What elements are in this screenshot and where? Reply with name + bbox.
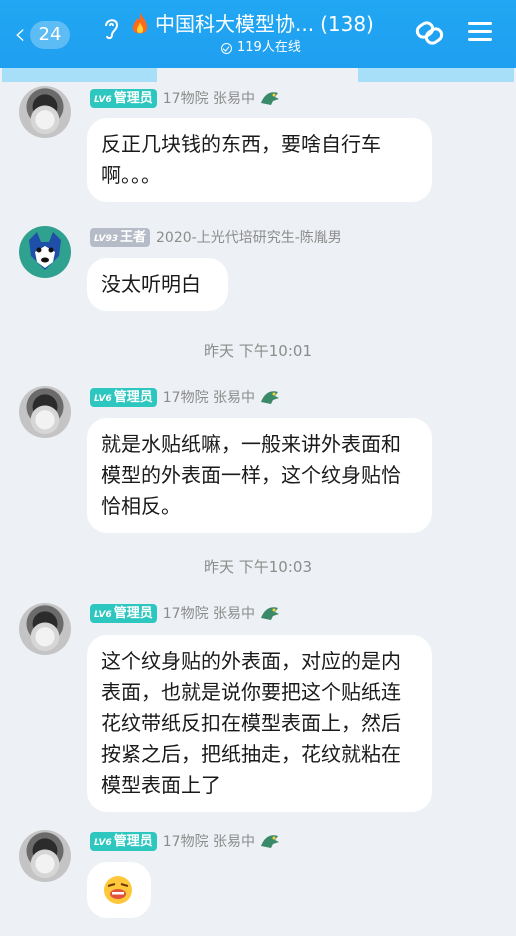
sender-name[interactable]: 17物院 张易中 — [163, 603, 255, 623]
sender-name[interactable]: 17物院 张易中 — [163, 387, 255, 407]
dragon-icon — [261, 835, 280, 848]
group-name: 中国科大模型协... — [155, 12, 315, 36]
message-meta: LV6 管理员 17物院 张易中 — [90, 831, 281, 851]
grimace-emoji-icon — [104, 876, 132, 904]
avatar[interactable] — [19, 830, 71, 882]
timestamp: 昨天 下午10:01 — [204, 342, 312, 360]
unread-count-badge: 24 — [30, 21, 70, 49]
sender-name[interactable]: 17物院 张易中 — [163, 88, 255, 108]
menu-icon[interactable] — [468, 22, 492, 42]
level-badge: LV6 管理员 — [90, 387, 157, 407]
sender-name[interactable]: 17物院 张易中 — [163, 831, 255, 851]
chevron-left-icon: ‹ — [14, 17, 26, 52]
avatar[interactable] — [19, 86, 71, 138]
wolf-icon — [29, 232, 61, 270]
dragon-icon — [261, 391, 280, 404]
message-bubble[interactable]: 就是水贴纸嘛，一般来讲外表面和模型的外表面一样，这个纹身贴恰恰相反。 — [87, 418, 432, 533]
message-meta: LV6 管理员 17物院 张易中 — [90, 387, 281, 407]
level-badge: LV6 管理员 — [90, 603, 157, 623]
message-meta: LV93 王者 2020-上光代培研究生-陈胤男 — [90, 227, 342, 247]
level-badge: LV6 管理员 — [90, 831, 157, 851]
chat-title[interactable]: 中国科大模型协... (138) — [155, 10, 415, 38]
ear-icon[interactable] — [100, 14, 122, 42]
sender-name[interactable]: 2020-上光代培研究生-陈胤男 — [156, 227, 342, 247]
message-bubble[interactable]: 反正几块钱的东西，要啥自行车啊。。。 — [87, 118, 432, 202]
online-count: 119人在线 — [237, 40, 301, 55]
back-button[interactable]: ‹ 24 — [14, 18, 94, 52]
level-badge: LV93 王者 — [90, 227, 151, 247]
message-meta: LV6 管理员 17物院 张易中 — [90, 603, 281, 623]
fire-icon — [132, 12, 148, 34]
message-bubble[interactable]: 没太听明白 — [87, 258, 228, 311]
avatar[interactable] — [19, 226, 71, 278]
online-check-icon — [221, 42, 232, 54]
avatar[interactable] — [19, 603, 71, 655]
dragon-icon — [261, 92, 280, 105]
message-bubble[interactable]: 这个纹身贴的外表面，对应的是内表面，也就是说你要把这个贴纸连花纹带纸反扣在模型表… — [87, 635, 432, 812]
chat-header: ‹ 24 中国科大模型协... (138) 119人在线 — [0, 0, 516, 68]
top-strip-left — [2, 68, 157, 82]
message-bubble[interactable] — [87, 862, 151, 918]
level-badge: LV6 管理员 — [90, 88, 157, 108]
online-status: 119人在线 — [221, 40, 301, 56]
link-icon[interactable] — [414, 18, 448, 48]
timestamp: 昨天 下午10:03 — [204, 558, 312, 576]
dragon-icon — [261, 607, 280, 620]
avatar[interactable] — [19, 386, 71, 438]
top-strip-right — [358, 68, 514, 82]
member-count: (138) — [320, 12, 374, 36]
message-meta: LV6 管理员 17物院 张易中 — [90, 88, 281, 108]
